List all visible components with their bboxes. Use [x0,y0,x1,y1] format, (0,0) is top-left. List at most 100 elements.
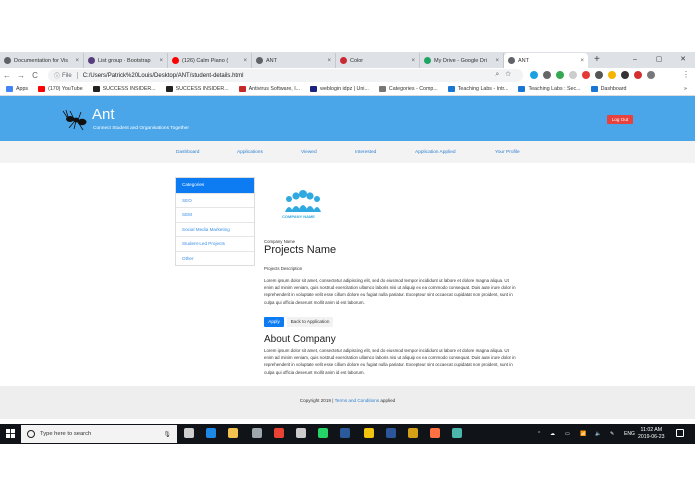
address-url[interactable]: C:/Users/Patrick%20Louis/Desktop/ANT/stu… [83,73,244,79]
taskbar-app-icon[interactable] [206,428,216,438]
bookmark-item[interactable]: SUCCESS INSIDER... [92,86,156,92]
brand-title[interactable]: Ant [92,106,115,123]
bookmark-item[interactable]: SUCCESS INSIDER... [165,86,229,92]
sidebar-item[interactable]: Categories [176,178,254,193]
tab-close-icon[interactable]: × [580,58,584,64]
sidebar-item[interactable]: SEM [176,207,254,222]
extension-icon[interactable] [569,71,577,79]
tray-chevron-icon[interactable]: ⌃ [537,431,541,437]
bookmark-item[interactable]: Teaching Labs - Intr... [447,86,508,92]
bookmark-item[interactable]: Categories - Comp... [378,86,438,92]
terms-link[interactable]: Terms and Conditions [335,398,379,403]
category-sidebar: Categories SEO SEM Social Media Marketing St… [175,177,255,266]
extension-icon[interactable] [608,71,616,79]
extension-icon[interactable] [582,71,590,79]
extension-icon[interactable] [556,71,564,79]
taskbar-app-icon[interactable] [340,428,350,438]
taskbar-search[interactable]: Type here to search 🎙 [21,425,177,443]
tab-favicon-icon [256,57,263,64]
minimize-button[interactable]: – [623,52,647,68]
extension-icon[interactable] [647,71,655,79]
tab-favicon-icon [172,57,179,64]
taskbar-app-icon[interactable] [228,428,238,438]
new-tab-button[interactable]: + [594,53,600,68]
tab-close-icon[interactable]: × [495,58,499,64]
bookmark-item[interactable]: Apps [6,86,28,92]
browser-tab[interactable]: ANT × [504,53,588,68]
nav-link[interactable]: Your Profile [495,150,520,155]
browser-tab[interactable]: (126) Calm Piano ( × [168,53,252,68]
browser-tab[interactable]: Documentation for Vis × [0,53,84,68]
logout-button[interactable]: Log Out [607,115,633,124]
taskbar-app-icon[interactable] [386,428,396,438]
apply-button[interactable]: Apply [264,317,284,327]
tab-favicon-icon [424,57,431,64]
nav-link[interactable]: Dashboard [176,150,199,155]
taskbar-app-icon[interactable] [318,428,328,438]
taskbar-app-icon[interactable] [430,428,440,438]
browser-tab[interactable]: Color × [336,53,420,68]
taskbar-app-icon[interactable] [452,428,462,438]
battery-icon[interactable]: ▭ [565,431,570,437]
input-icon[interactable]: ✎ [610,431,614,437]
sidebar-item[interactable]: SEO [176,192,254,208]
taskbar-app-icon[interactable] [274,428,284,438]
nav-link[interactable]: Interested [355,150,376,155]
zoom-star-icons[interactable]: ⌕☆ [495,71,517,79]
labs-icon [590,86,598,92]
volume-icon[interactable]: 🔈 [595,431,601,437]
tab-close-icon[interactable]: × [75,58,79,64]
back-to-application-button[interactable]: Back to Application [287,317,333,327]
main-nav [0,141,695,163]
back-button[interactable]: ← [0,71,14,80]
taskbar-app-icon[interactable] [408,428,418,438]
bookmark-item[interactable]: Antivirus Software, I... [238,86,300,92]
extension-icon[interactable] [543,71,551,79]
cloud-icon[interactable]: ☁ [550,431,555,437]
notification-icon[interactable] [676,429,684,437]
bookmark-item[interactable]: weblogin idpz | Uni... [310,86,369,92]
tab-close-icon[interactable]: × [327,58,331,64]
shield-icon [238,86,246,92]
reload-button[interactable]: C [28,71,42,80]
tab-close-icon[interactable]: × [411,58,415,64]
bookmarks-more[interactable]: » [684,86,687,92]
nav-link[interactable]: Applications [237,150,263,155]
taskbar-clock[interactable]: 11:02 AM 2019-06-23 [638,427,665,441]
extension-icon[interactable] [621,71,629,79]
close-window-button[interactable]: ✕ [671,52,695,68]
browser-tab[interactable]: List group · Bootstrap × [84,53,168,68]
bookmarks-bar: Apps (170) YouTube SUCCESS INSIDER... SUCCE… [0,83,695,96]
tab-close-icon[interactable]: × [243,58,247,64]
info-icon[interactable]: ⓘ [54,71,60,80]
address-bar[interactable]: ⓘ File C:/Users/Patrick%20Louis/Desktop/… [48,69,523,82]
bookmark-item[interactable]: Dashboard [590,86,626,92]
windows-start-icon[interactable] [6,429,15,438]
taskbar-app-icon[interactable] [184,428,194,438]
browser-tab[interactable]: My Drive - Google Dri × [420,53,504,68]
ant-logo-icon[interactable] [62,105,90,133]
maximize-button[interactable]: ▢ [647,52,671,68]
nav-link[interactable]: Application Applied [415,150,456,155]
sidebar-item[interactable]: Social Media Marketing [176,221,254,237]
microphone-icon[interactable]: 🎙 [163,431,171,438]
extension-icon[interactable] [530,71,538,79]
bookmark-item[interactable]: Teaching Labs : Sec... [518,86,581,92]
browser-tab[interactable]: ANT × [252,53,336,68]
extension-icon[interactable] [595,71,603,79]
taskbar-app-icon[interactable] [252,428,262,438]
forward-button[interactable]: → [14,71,28,80]
taskbar-app-icon[interactable] [296,428,306,438]
tab-title: (126) Calm Piano ( [182,57,229,64]
bookmark-label: SUCCESS INSIDER... [175,86,229,92]
tab-close-icon[interactable]: × [159,58,163,64]
taskbar-app-icon[interactable] [364,428,374,438]
bookmark-item[interactable]: (170) YouTube [38,86,83,92]
menu-icon[interactable]: ⋮ [682,70,690,79]
nav-link[interactable]: Viewed [301,150,317,155]
extension-icon[interactable] [634,71,642,79]
sidebar-item[interactable]: Student-Led Projects [176,236,254,251]
network-icon[interactable]: 📶 [580,431,586,437]
language-indicator[interactable]: ENG [624,431,635,437]
sidebar-item[interactable]: Other [176,250,254,266]
